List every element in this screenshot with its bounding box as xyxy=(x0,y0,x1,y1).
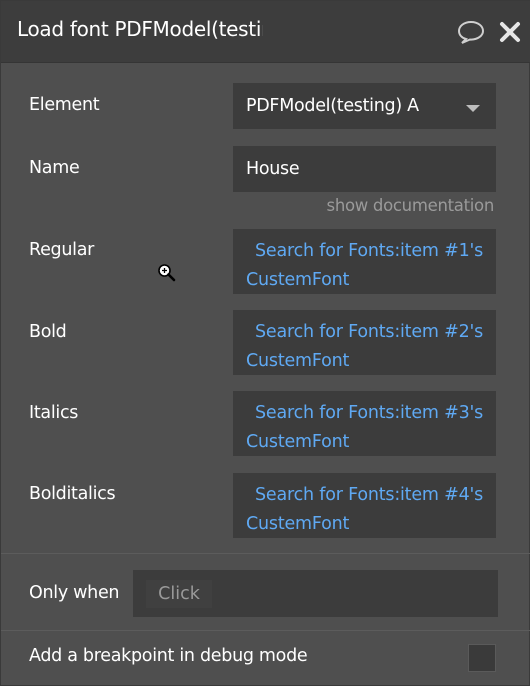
bolditalics-font-field[interactable]: Search for Fonts:item #4's CustemFont xyxy=(233,473,496,538)
bold-font-expression: Search for Fonts:item #2's CustemFont xyxy=(246,322,484,371)
panel-titlebar[interactable]: Load font PDFModel(testing) A xyxy=(1,1,530,63)
regular-label: Regular xyxy=(29,240,95,260)
italics-font-expression: Search for Fonts:item #3's CustemFont xyxy=(246,403,484,452)
breakpoint-checkbox[interactable] xyxy=(468,644,496,672)
bolditalics-label: Bolditalics xyxy=(29,484,116,504)
bolditalics-font-expression: Search for Fonts:item #4's CustemFont xyxy=(246,485,484,534)
panel-title: Load font PDFModel(testing) A xyxy=(17,17,263,41)
section-divider xyxy=(1,630,530,631)
name-label: Name xyxy=(29,158,80,178)
bold-font-field[interactable]: Search for Fonts:item #2's CustemFont xyxy=(233,310,496,375)
element-label: Element xyxy=(29,95,100,115)
name-input[interactable]: House xyxy=(233,146,496,192)
speech-bubble-icon[interactable] xyxy=(456,19,486,45)
only-when-click-placeholder[interactable]: Click xyxy=(146,580,212,608)
show-documentation-link[interactable]: show documentation xyxy=(327,196,495,215)
breakpoint-label: Add a breakpoint in debug mode xyxy=(29,646,308,666)
bold-label: Bold xyxy=(29,322,67,342)
italics-font-field[interactable]: Search for Fonts:item #3's CustemFont xyxy=(233,391,496,456)
italics-label: Italics xyxy=(29,403,79,423)
magnifier-cursor-icon xyxy=(158,264,176,282)
regular-font-field[interactable]: Search for Fonts:item #1's CustemFont xyxy=(233,229,496,294)
regular-font-expression: Search for Fonts:item #1's CustemFont xyxy=(246,241,484,290)
element-dropdown[interactable]: PDFModel(testing) A xyxy=(233,83,496,129)
name-input-value: House xyxy=(246,159,300,179)
element-dropdown-value: PDFModel(testing) A xyxy=(246,96,419,116)
chevron-down-icon xyxy=(466,105,480,112)
only-when-label: Only when xyxy=(29,583,120,603)
property-editor-panel: Load font PDFModel(testing) A Element PD… xyxy=(0,0,530,686)
close-icon[interactable] xyxy=(499,21,521,43)
section-divider xyxy=(1,553,530,554)
